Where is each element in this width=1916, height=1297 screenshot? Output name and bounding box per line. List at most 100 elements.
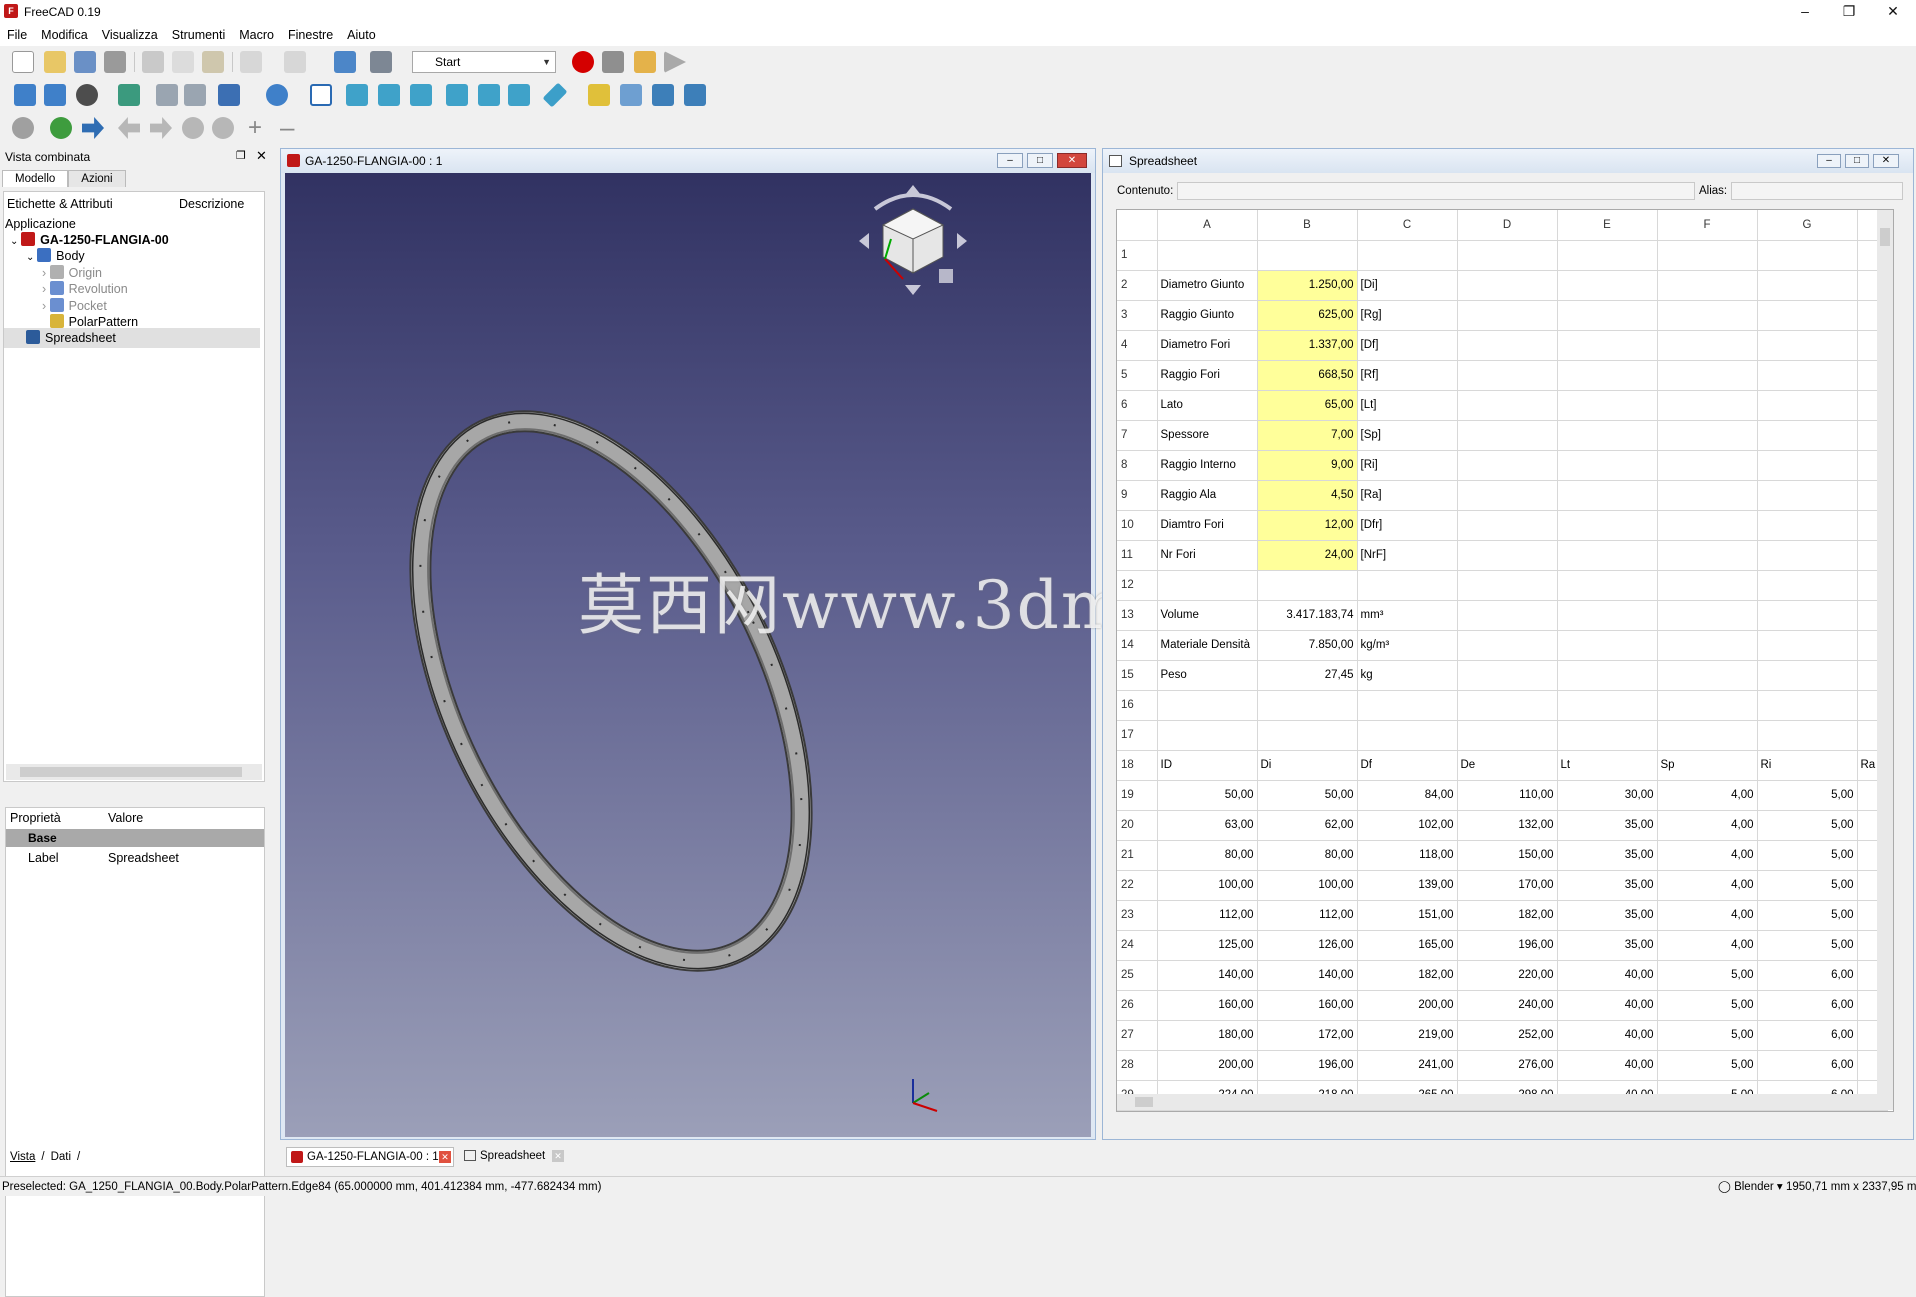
cell[interactable]: 112,00	[1257, 900, 1358, 931]
column-header-f[interactable]: F	[1657, 210, 1758, 241]
cell[interactable]	[1657, 660, 1758, 691]
cell[interactable]	[1457, 510, 1558, 541]
cell[interactable]: 112,00	[1157, 900, 1258, 931]
cell[interactable]	[1457, 300, 1558, 331]
link-actions-icon[interactable]	[684, 84, 706, 106]
forward-icon[interactable]	[184, 84, 206, 106]
cell[interactable]: Diamtro Fori	[1157, 510, 1258, 541]
cell[interactable]	[1457, 480, 1558, 511]
print-icon[interactable]	[104, 51, 126, 73]
cell[interactable]: 170,00	[1457, 870, 1558, 901]
paste-icon[interactable]	[202, 51, 224, 73]
refresh-icon[interactable]	[334, 51, 356, 73]
row-header[interactable]: 2	[1117, 270, 1158, 301]
menu-modifica[interactable]: Modifica	[34, 24, 95, 46]
cell[interactable]: 196,00	[1257, 1050, 1358, 1081]
cell[interactable]: Raggio Fori	[1157, 360, 1258, 391]
cell[interactable]	[1757, 660, 1858, 691]
menu-visualizza[interactable]: Visualizza	[95, 24, 165, 46]
restore-button[interactable]: ❐	[1826, 0, 1872, 22]
cell[interactable]: 219,00	[1357, 1020, 1458, 1051]
cell[interactable]	[1457, 690, 1558, 721]
cell[interactable]: 80,00	[1257, 840, 1358, 871]
cell[interactable]: 35,00	[1557, 930, 1658, 961]
vertical-scrollbar[interactable]	[1877, 210, 1893, 1110]
make-link-icon[interactable]	[652, 84, 674, 106]
cell[interactable]: 40,00	[1557, 1020, 1658, 1051]
cell[interactable]	[1657, 600, 1758, 631]
cell[interactable]	[1657, 240, 1758, 271]
cell[interactable]: ID	[1157, 750, 1258, 781]
cell[interactable]	[1557, 570, 1658, 601]
cell[interactable]	[1257, 690, 1358, 721]
cell[interactable]: 7,00	[1257, 420, 1358, 451]
cell[interactable]	[1457, 390, 1558, 421]
column-header-e[interactable]: E	[1557, 210, 1658, 241]
left-view-icon[interactable]	[508, 84, 530, 106]
cell[interactable]: 276,00	[1457, 1050, 1558, 1081]
spreadsheet-grid[interactable]: ABCDEFG 1 2 Diametro Giunto 1.250,00 [Di] 3 Ra…	[1116, 209, 1894, 1112]
cell[interactable]: Di	[1257, 750, 1358, 781]
cell[interactable]: [Ra]	[1357, 480, 1458, 511]
zoom-icon[interactable]	[266, 84, 288, 106]
cell[interactable]	[1657, 570, 1758, 601]
zoom-out-icon[interactable]: –	[280, 112, 294, 143]
new-document-icon[interactable]	[12, 51, 34, 73]
cell[interactable]	[1157, 570, 1258, 601]
row-header[interactable]: 10	[1117, 510, 1158, 541]
close-tab-icon[interactable]: ✕	[552, 1150, 564, 1162]
cell[interactable]	[1657, 720, 1758, 751]
zoom-in-icon[interactable]: +	[248, 114, 262, 142]
cell[interactable]: 241,00	[1357, 1050, 1458, 1081]
cell[interactable]: 100,00	[1257, 870, 1358, 901]
cell[interactable]	[1657, 630, 1758, 661]
tab-dati[interactable]: Dati	[45, 1151, 77, 1163]
cell[interactable]: [Rf]	[1357, 360, 1458, 391]
row-header[interactable]: 28	[1117, 1050, 1158, 1081]
cell[interactable]: 6,00	[1757, 990, 1858, 1021]
close-button[interactable]: ✕	[1870, 0, 1916, 22]
cell[interactable]: 4,00	[1657, 930, 1758, 961]
cell[interactable]: 4,00	[1657, 810, 1758, 841]
cell[interactable]: Ri	[1757, 750, 1858, 781]
cell[interactable]: 65,00	[1257, 390, 1358, 421]
cell[interactable]: 252,00	[1457, 1020, 1558, 1051]
cut-icon[interactable]	[142, 51, 164, 73]
3d-canvas[interactable]	[285, 173, 1091, 1137]
redo-icon[interactable]	[284, 51, 306, 73]
cell[interactable]: [Sp]	[1357, 420, 1458, 451]
prop-group-row[interactable]: Base	[6, 829, 264, 847]
row-header[interactable]: 19	[1117, 780, 1158, 811]
cell[interactable]: Nr Fori	[1157, 540, 1258, 571]
row-header[interactable]: 11	[1117, 540, 1158, 571]
cell[interactable]	[1657, 300, 1758, 331]
cell[interactable]: 27,45	[1257, 660, 1358, 691]
cell[interactable]: 6,00	[1757, 1020, 1858, 1051]
cell[interactable]	[1557, 240, 1658, 271]
cell[interactable]	[1557, 510, 1658, 541]
cell[interactable]	[1257, 570, 1358, 601]
undo-icon[interactable]	[240, 51, 262, 73]
cell[interactable]: 6,00	[1757, 1050, 1858, 1081]
cell[interactable]: 40,00	[1557, 960, 1658, 991]
cell[interactable]: Materiale Densità	[1157, 630, 1258, 661]
draw-style-icon[interactable]	[76, 84, 98, 106]
cell[interactable]: 240,00	[1457, 990, 1558, 1021]
cell[interactable]: 5,00	[1757, 810, 1858, 841]
cell[interactable]: 140,00	[1257, 960, 1358, 991]
cell[interactable]: 118,00	[1357, 840, 1458, 871]
cell[interactable]: 35,00	[1557, 900, 1658, 931]
row-header[interactable]: 7	[1117, 420, 1158, 451]
web-refresh-icon[interactable]	[182, 117, 204, 139]
minimize-button[interactable]: –	[1817, 154, 1841, 168]
menu-macro[interactable]: Macro	[232, 24, 281, 46]
cell[interactable]	[1457, 270, 1558, 301]
close-panel-icon[interactable]: ✕	[256, 148, 267, 164]
row-header[interactable]: 23	[1117, 900, 1158, 931]
cell[interactable]: Raggio Ala	[1157, 480, 1258, 511]
cell[interactable]	[1557, 660, 1658, 691]
cell[interactable]	[1657, 420, 1758, 451]
cell[interactable]: 63,00	[1157, 810, 1258, 841]
record-macro-icon[interactable]	[572, 51, 594, 73]
cell[interactable]: 5,00	[1757, 840, 1858, 871]
